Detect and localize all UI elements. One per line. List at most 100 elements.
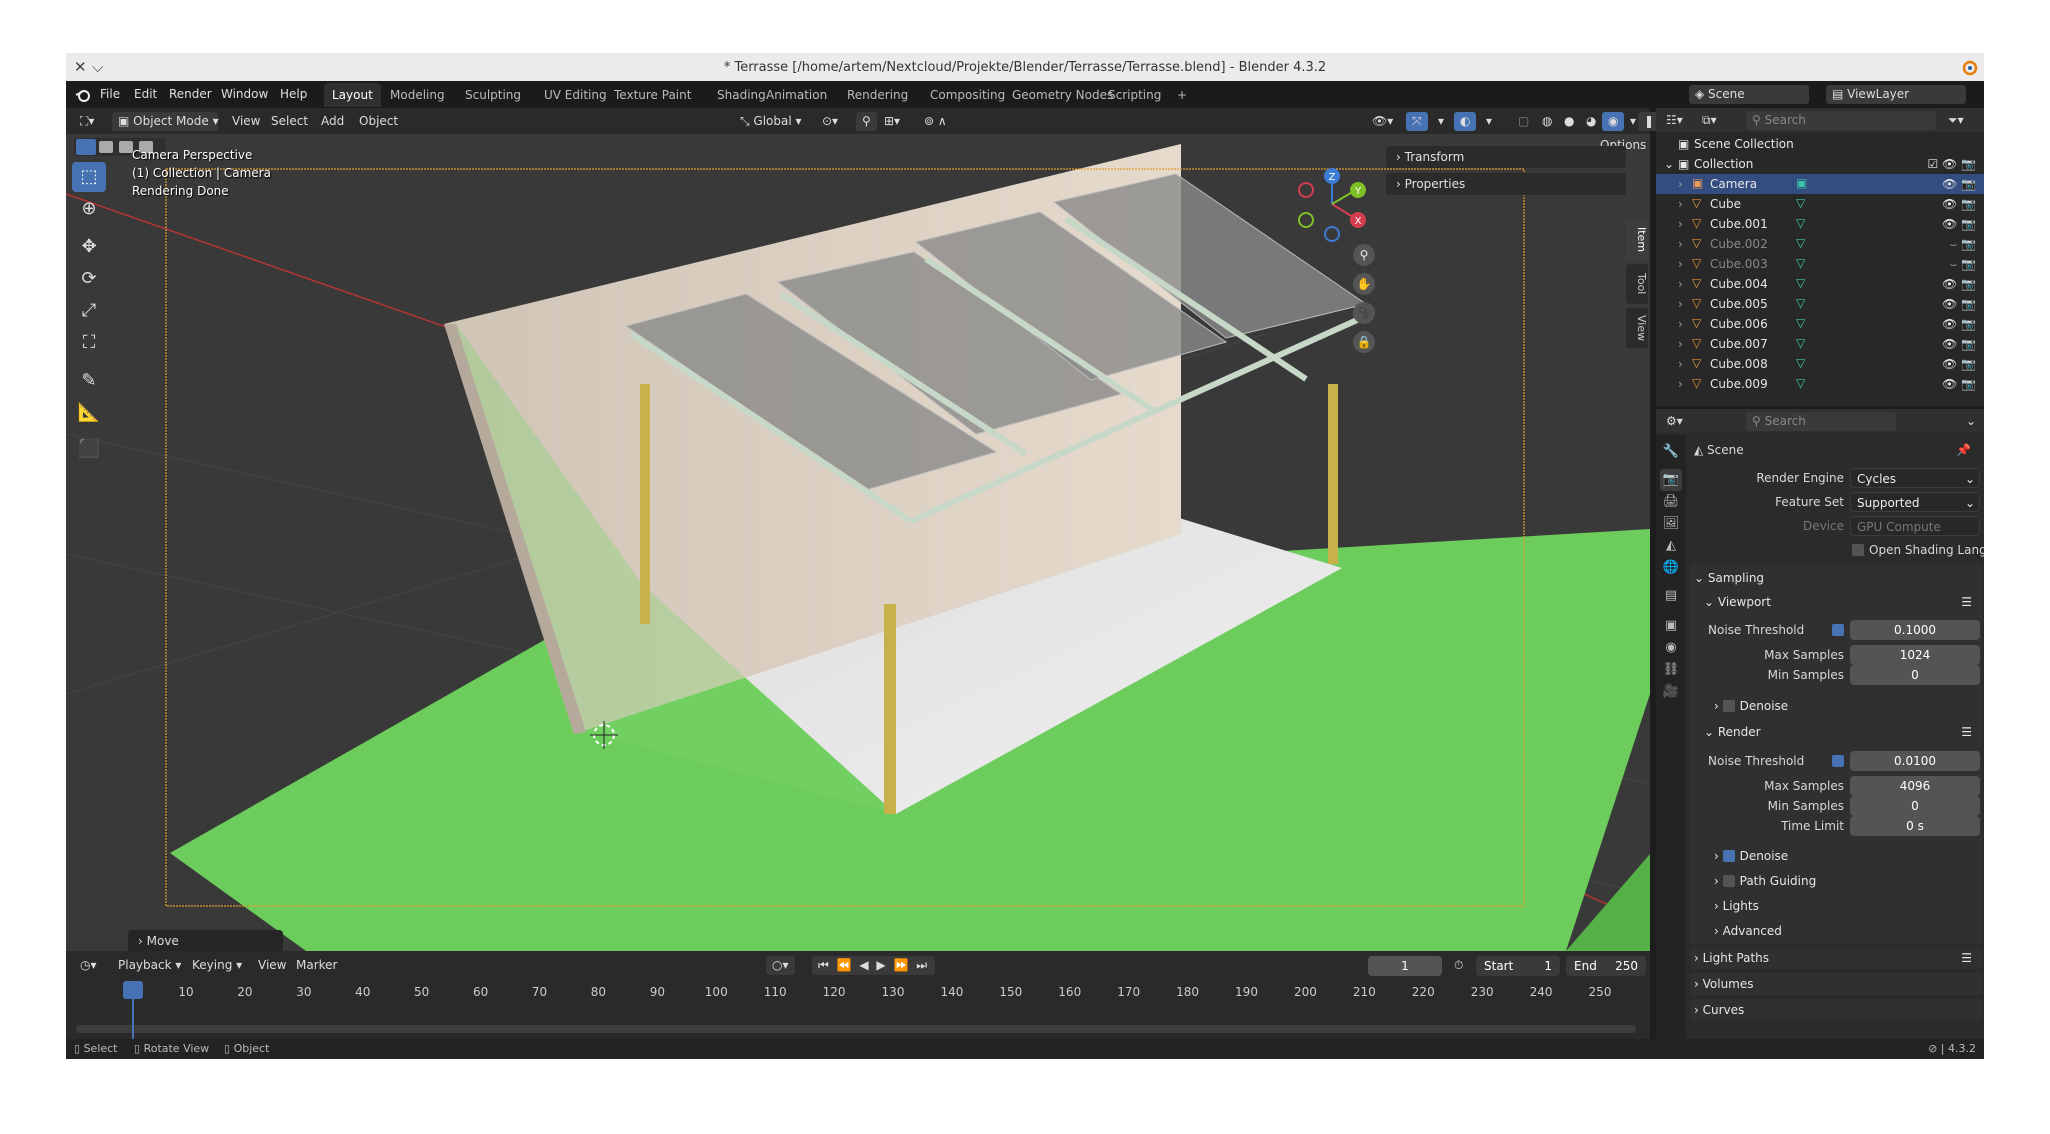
measure-tool-icon[interactable]: 📐 [72,398,106,428]
expand-icon[interactable]: › [1678,377,1683,391]
sampling-header[interactable]: ⌄ Sampling [1694,571,1980,585]
outliner-object-row[interactable]: › ▽ Cube.009 ▽ 👁 📷 [1656,374,1984,394]
shading-wireframe-icon[interactable]: ◍ [1536,112,1558,131]
osl-checkbox-box[interactable] [1852,544,1864,556]
expand-icon[interactable]: › [1678,257,1683,271]
tab-modeling[interactable]: Modeling [382,83,453,107]
tab-rendering[interactable]: Rendering [839,83,916,107]
path-guiding-header[interactable]: › Path Guiding [1714,874,1984,888]
outliner-search-input[interactable]: ⚲ Search [1746,111,1936,130]
tab-animation[interactable]: Animation [758,83,835,107]
scene-tab-icon[interactable]: ◭ [1660,535,1682,557]
visibility-toggle-icons[interactable]: 👁 📷 [1942,337,1976,351]
view-layer-tab-icon[interactable]: 🖼 [1660,513,1682,535]
expand-icon[interactable]: › [1678,297,1683,311]
render-sampling-header[interactable]: ⌄ Render ☰ [1704,725,1980,739]
render-engine-dropdown[interactable]: Cycles ⌄ [1850,468,1980,488]
sidebar-tab-view[interactable]: View [1626,308,1648,348]
render-noise-threshold-checkbox[interactable] [1832,755,1844,767]
viewport-min-samples-field[interactable]: 0 [1850,665,1980,685]
select-subtract-icon[interactable] [119,141,133,153]
select-extend-icon[interactable] [99,141,113,153]
display-mode-icon[interactable]: ⧉▾ [1696,111,1723,130]
outliner-object-row[interactable]: › ▽ Cube.003 ▽ ⌣ 📷 [1656,254,1984,274]
render-noise-threshold-field[interactable]: 0.0100 [1850,751,1980,771]
expand-icon[interactable]: › [1678,337,1683,351]
menu-add[interactable]: Add [315,112,350,131]
menu-window[interactable]: Window [221,87,268,101]
timeline-scrollbar[interactable] [76,1025,1636,1033]
collection-row[interactable]: ⌄ ▣ Collection ☑ 👁 📷 [1656,154,1984,174]
visibility-toggle-icons[interactable]: 👁 📷 [1942,217,1976,231]
lights-subpanel-header[interactable]: › Lights [1714,899,1984,913]
outliner-object-row[interactable]: › ▽ Cube ▽ 👁 📷 [1656,194,1984,214]
outliner-object-row[interactable]: › ▽ Cube.002 ▽ ⌣ 📷 [1656,234,1984,254]
add-cube-tool-icon[interactable]: ⬛ [72,434,106,464]
pin-icon[interactable]: 📌 [1956,443,1971,457]
shading-solid-icon[interactable]: ● [1558,112,1580,131]
filter-icon[interactable]: ⏷▾ [1942,111,1970,130]
cursor-tool-icon[interactable]: ⊕ [72,194,106,224]
tab-uv-editing[interactable]: UV Editing [536,83,615,107]
navigation-gizmo[interactable]: Z Y X [1298,168,1366,242]
device-dropdown[interactable]: GPU Compute [1850,516,1980,536]
visibility-icon[interactable]: 👁▾ [1366,112,1399,131]
viewport-noise-threshold-field[interactable]: 0.1000 [1850,620,1980,640]
list-icon[interactable]: ☰ [1961,725,1972,739]
physics-tab-icon[interactable]: ◉ [1660,637,1682,659]
list-icon[interactable]: ☰ [1961,595,1972,609]
select-box-tool-icon[interactable]: ⬚ [72,162,106,192]
menu-file[interactable]: File [100,87,120,101]
scene-selector[interactable]: ◈ Scene [1689,85,1809,104]
visibility-toggle-icons[interactable]: 👁 📷 [1942,357,1976,371]
viewport-sampling-header[interactable]: ⌄ Viewport ☰ [1704,595,1980,609]
orientation-selector[interactable]: ⤡ Global ▾ [734,112,808,131]
outliner-object-row[interactable]: › ▽ Cube.001 ▽ 👁 📷 [1656,214,1984,234]
visibility-toggle-icons[interactable]: ⌣ 📷 [1949,257,1976,272]
outliner-object-row[interactable]: › ▽ Cube.007 ▽ 👁 📷 [1656,334,1984,354]
time-limit-field[interactable]: 0 s [1850,816,1980,836]
menu-help[interactable]: Help [280,87,307,101]
visibility-toggle-icons[interactable]: 👁 📷 [1942,377,1976,391]
view-layer-selector[interactable]: ▤ ViewLayer [1826,85,1966,104]
select-new-icon[interactable] [76,139,96,155]
editor-type-icon[interactable]: ⛶▾ [74,112,100,131]
tab-layout[interactable]: Layout [324,83,381,107]
menu-select[interactable]: Select [265,112,314,131]
visibility-toggle-icons[interactable]: 👁 📷 [1942,197,1976,211]
render-denoise-header[interactable]: › Denoise [1714,849,1984,863]
viewport-max-samples-field[interactable]: 1024 [1850,645,1980,665]
snap-target-icon[interactable]: ⊞▾ [878,112,906,131]
object-tab-icon[interactable]: ▣ [1660,615,1682,637]
output-tab-icon[interactable]: 🖨 [1660,491,1682,513]
expand-icon[interactable]: › [1678,277,1683,291]
shading-material-icon[interactable]: ◕ [1580,112,1602,131]
xray-icon[interactable]: ▢ [1512,112,1535,131]
expand-icon[interactable]: › [1678,217,1683,231]
scale-tool-icon[interactable]: ⤢ [72,296,106,326]
add-workspace-button[interactable]: + [1169,83,1195,107]
feature-set-dropdown[interactable]: Supported ⌄ [1850,492,1980,512]
properties-options-icon[interactable]: ⌄ [1960,412,1982,431]
transform-panel-header[interactable]: › Transform [1386,146,1626,168]
properties-panel-header[interactable]: › Properties [1386,173,1626,195]
render-max-samples-field[interactable]: 4096 [1850,776,1980,796]
expand-icon[interactable]: › [1678,197,1683,211]
tab-scripting[interactable]: Scripting [1100,83,1169,107]
properties-editor-icon[interactable]: ⚙▾ [1660,412,1689,431]
outliner-object-row[interactable]: › ▽ Cube.006 ▽ 👁 📷 [1656,314,1984,334]
list-icon[interactable]: ☰ [1961,951,1972,965]
gizmo-dropdown-icon[interactable]: ▾ [1432,112,1450,131]
outliner-editor-icon[interactable]: ☷▾ [1660,111,1689,130]
osl-checkbox[interactable]: Open Shading Language [1852,543,1984,557]
proportional-edit-icon[interactable]: ⊚ ∧ [918,112,953,131]
expand-icon[interactable]: › [1678,357,1683,371]
menu-edit[interactable]: Edit [134,87,157,101]
outliner-object-row[interactable]: › ▽ Cube.008 ▽ 👁 📷 [1656,354,1984,374]
data-tab-icon[interactable]: 🎥 [1660,681,1682,703]
collection-visibility-icons[interactable]: ☑ 👁 📷 [1927,157,1976,171]
move-tool-icon[interactable]: ✥ [72,232,106,262]
3d-viewport[interactable]: Z Y X ⚲ ✋ 🎥 🔒 Options ▾ ⬚ [66,134,1650,951]
constraints-tab-icon[interactable]: ⛓ [1660,659,1682,681]
visibility-toggle-icons[interactable]: 👁 📷 [1942,277,1976,291]
